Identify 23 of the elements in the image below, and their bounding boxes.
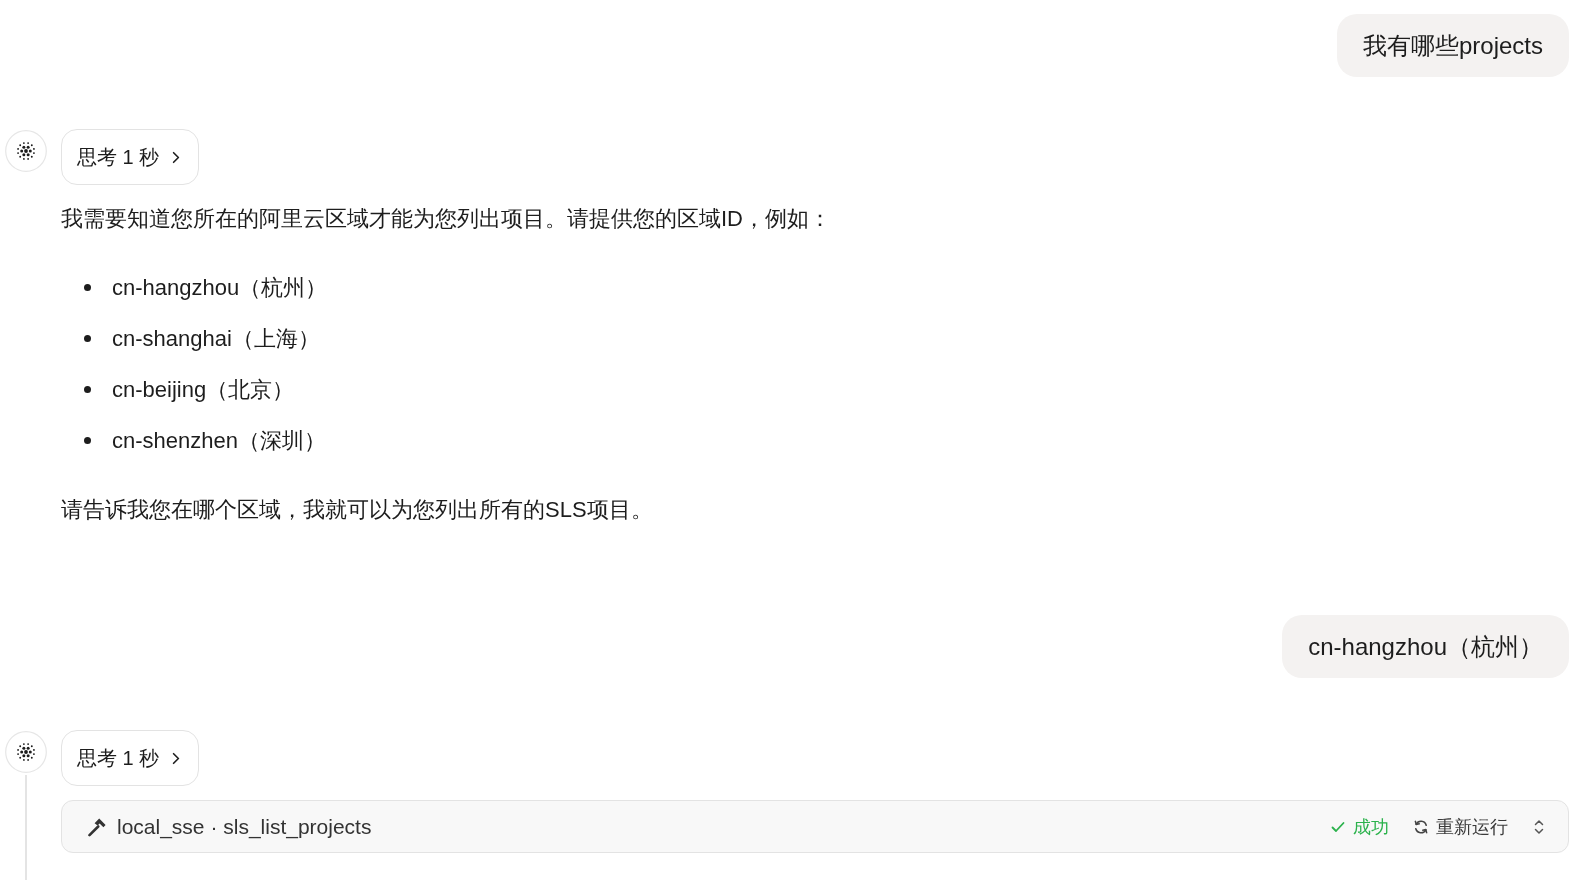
list-item: cn-hangzhou（杭州）	[112, 273, 328, 302]
bullet-icon	[84, 335, 91, 342]
hammer-icon	[87, 816, 107, 837]
message-text: 请告诉我您在哪个区域，我就可以为您列出所有的SLS项目。	[61, 496, 653, 524]
avatar-icon	[5, 731, 47, 773]
bullet-icon	[84, 284, 91, 291]
check-icon	[1331, 820, 1345, 833]
tool-name: local_sse · sls_list_projects	[117, 814, 372, 839]
list-item: cn-beijing（北京）	[112, 375, 295, 404]
thinking-toggle-button[interactable]: 思考 1 秒	[61, 129, 200, 185]
status-label: 成功	[1353, 815, 1389, 839]
user-message: 我有哪些projects	[1336, 14, 1569, 77]
list-item: cn-shenzhen（深圳）	[112, 426, 326, 455]
message-text: 我需要知道您所在的阿里云区域才能为您列出项目。请提供您的区域ID，例如：	[61, 205, 831, 233]
avatar-icon	[5, 130, 47, 172]
user-message: cn-hangzhou（杭州）	[1282, 615, 1569, 678]
thinking-toggle-button[interactable]: 思考 1 秒	[61, 730, 200, 786]
rerun-button[interactable]: 重新运行	[1413, 814, 1508, 839]
bullet-icon	[84, 437, 91, 444]
refresh-icon	[1413, 818, 1429, 835]
list-item: cn-shanghai（上海）	[112, 324, 320, 353]
bullet-icon	[84, 386, 91, 393]
chevron-up-down-icon[interactable]	[1534, 818, 1544, 835]
